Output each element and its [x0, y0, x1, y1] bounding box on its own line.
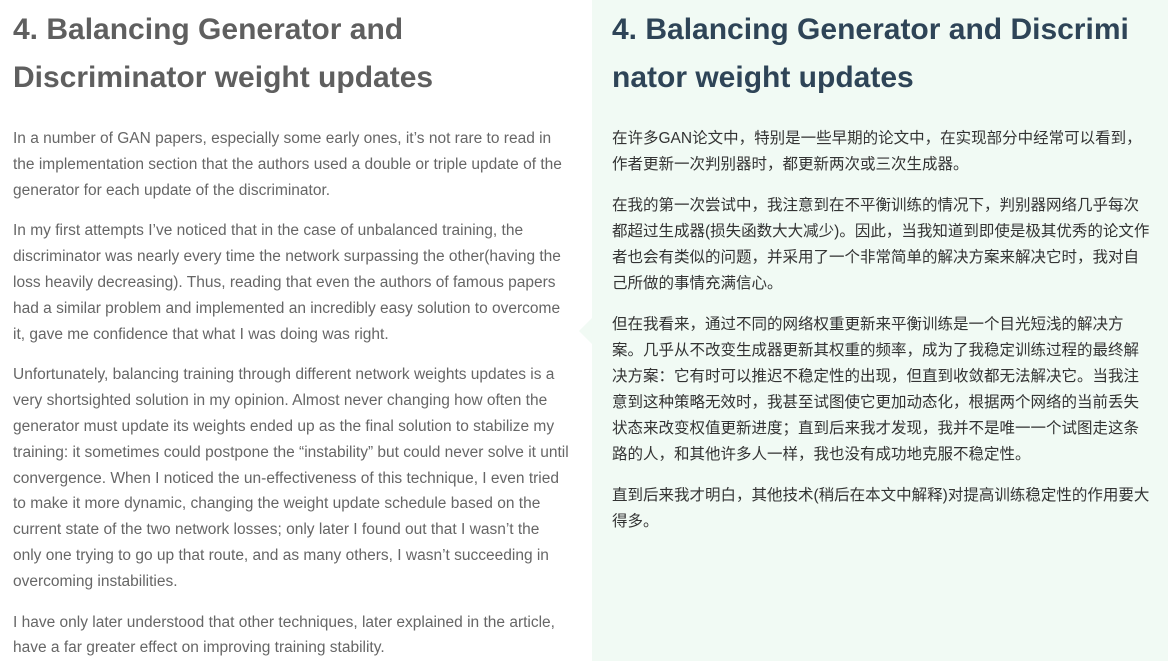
english-paragraph-2: In my first attempts I’ve noticed that i…	[13, 222, 561, 343]
chinese-column: 4. Balancing Generator and Discrimi nato…	[592, 0, 1168, 661]
chinese-heading: 4. Balancing Generator and Discrimi nato…	[612, 6, 1168, 102]
english-paragraph-3: Unfortunately, balancing training throug…	[13, 366, 569, 590]
chinese-line: 路的人，和其他许多人一样，我也没有成功地克服不稳定性。	[612, 446, 1031, 463]
chinese-line: 作者更新一次判别器时，都更新两次或三次生成器。	[612, 156, 969, 173]
chinese-line: 决方案：它有时可以推迟不稳定性的出现，但直到收敛都无法解决它。当我注	[612, 368, 1140, 385]
chinese-paragraph-3: 但在我看来，通过不同的网络权重更新来平衡训练是一个目光短浅的解决方 案。几乎从不…	[612, 312, 1168, 468]
chinese-heading-line: 4. Balancing Generator and Discrimi	[612, 13, 1129, 46]
chinese-line: 状态来改变权值更新进度；直到后来我才发现，我并不是唯一一个试图走这条	[612, 420, 1140, 437]
english-paragraph-1: In a number of GAN papers, especially so…	[13, 130, 562, 199]
chinese-paragraph-2: 在我的第一次尝试中，我注意到在不平衡训练的情况下，判别器网络几乎每次 都超过生成…	[612, 193, 1168, 297]
chinese-line: 在我的第一次尝试中，我注意到在不平衡训练的情况下，判别器网络几乎每次	[612, 197, 1140, 214]
chinese-paragraph-1: 在许多GAN论文中，特别是一些早期的论文中，在实现部分中经常可以看到， 作者更新…	[612, 126, 1168, 178]
chinese-line: 得多。	[612, 513, 659, 530]
chinese-line: 在许多GAN论文中，特别是一些早期的论文中，在实现部分中经常可以看到，	[612, 130, 1142, 147]
english-column: 4. Balancing Generator and Discriminator…	[0, 0, 592, 661]
chinese-paragraph-4: 直到后来我才明白，其他技术(稍后在本文中解释)对提高训练稳定性的作用要大 得多。	[612, 483, 1168, 535]
english-paragraph-4: I have only later understood that other …	[13, 613, 555, 657]
english-heading: 4. Balancing Generator and Discriminator…	[13, 13, 434, 94]
chinese-line: 都超过生成器(损失函数大大减少)。因此，当我知道到即使是极其优秀的论文作	[612, 223, 1150, 240]
chinese-line: 者也会有类似的问题，并采用了一个非常简单的解决方案来解决它时，我对自	[612, 249, 1140, 266]
chinese-line: 直到后来我才明白，其他技术(稍后在本文中解释)对提高训练稳定性的作用要大	[612, 487, 1150, 504]
chinese-line: 己所做的事情充满信心。	[612, 275, 783, 292]
chinese-line: 意到这种策略无效时，我甚至试图使它更加动态化，根据两个网络的当前丢失	[612, 394, 1140, 411]
chinese-heading-line: nator weight updates	[612, 61, 914, 94]
column-divider-arrow	[579, 318, 592, 344]
chinese-line: 案。几乎从不改变生成器更新其权重的频率，成为了我稳定训练过程的最终解	[612, 342, 1140, 359]
chinese-line: 但在我看来，通过不同的网络权重更新来平衡训练是一个目光短浅的解决方	[612, 316, 1124, 333]
